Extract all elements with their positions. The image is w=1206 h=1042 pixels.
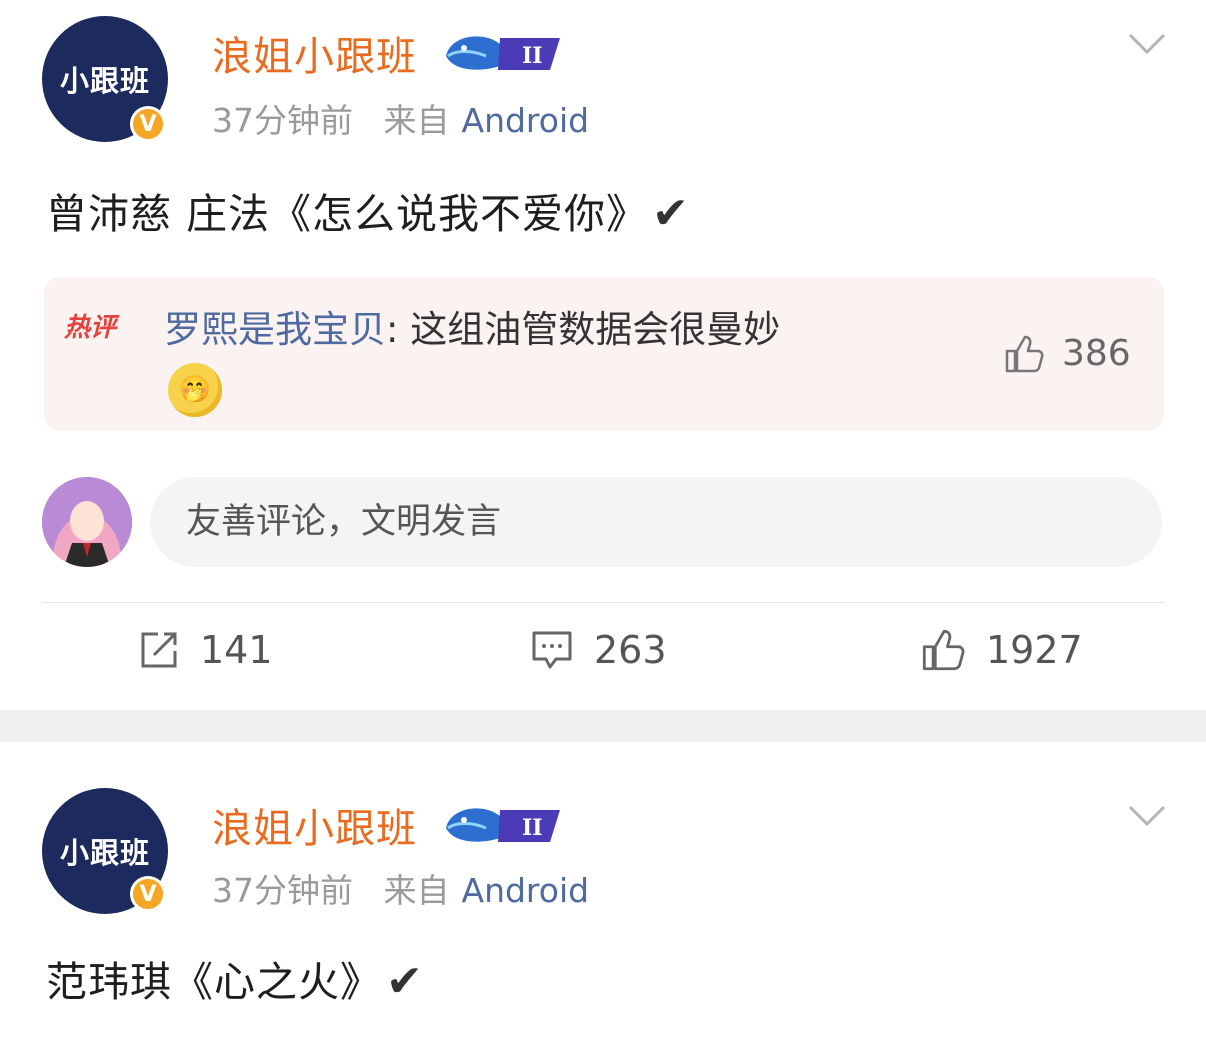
feed-separator [0, 710, 1206, 742]
post-card: 小跟班 V 浪姐小跟班 II 37分钟前 来自 Android 曾沛慈 庄法《怎么… [0, 0, 1206, 710]
post-source[interactable]: Android [462, 101, 590, 140]
chevron-down-icon[interactable] [1128, 32, 1166, 56]
hot-comment-user[interactable]: 罗熙是我宝贝 [164, 308, 386, 351]
user-avatar-image [42, 477, 132, 567]
post-content: 曾沛慈 庄法《怎么说我不爱你》✔ [46, 188, 690, 239]
avatar-text: 小跟班 [59, 836, 150, 870]
hot-comment[interactable]: 热评 罗熙是我宝贝: 这组油管数据会很曼妙 🤭 386 [44, 277, 1164, 431]
author-name[interactable]: 浪姐小跟班 [212, 24, 417, 82]
author-name[interactable]: 浪姐小跟班 [212, 796, 417, 854]
hot-comment-like[interactable]: 386 [1004, 333, 1131, 374]
verified-badge-icon: V [130, 876, 166, 912]
divider [42, 602, 1164, 603]
whale-level-icon[interactable]: II [442, 798, 562, 848]
post-time: 37分钟前 [212, 871, 353, 910]
post-source[interactable]: Android [462, 871, 590, 910]
comment-icon [532, 631, 572, 669]
check-mark: ✔ [652, 188, 690, 239]
hot-comment-text: 这组油管数据会很曼妙 [410, 308, 781, 351]
like-button[interactable]: 1927 [920, 628, 1083, 672]
post-content: 范玮琪《心之火》✔ [46, 956, 424, 1007]
comment-button[interactable]: 263 [530, 628, 667, 672]
repost-count: 141 [200, 628, 273, 672]
hot-comment-tag: 热评 [64, 313, 117, 343]
repost-icon [141, 632, 177, 668]
hot-comment-line: 罗熙是我宝贝: 这组油管数据会很曼妙 [164, 308, 781, 351]
thumbs-up-icon [922, 629, 965, 671]
source-prefix: 来自 [383, 101, 450, 140]
comment-count: 263 [594, 628, 667, 672]
thumbs-up-icon [1005, 335, 1044, 372]
post-meta: 37分钟前 来自 Android [212, 864, 589, 912]
source-prefix: 来自 [383, 871, 450, 910]
comment-input[interactable]: 友善评论，文明发言 [150, 477, 1162, 567]
post-time: 37分钟前 [212, 101, 353, 140]
like-count: 1927 [986, 628, 1083, 672]
emoji-icon: 🤭 [168, 363, 222, 417]
svg-text:II: II [522, 43, 543, 69]
repost-button[interactable]: 141 [138, 628, 273, 672]
whale-level-icon[interactable]: II [442, 26, 562, 76]
chevron-down-icon[interactable] [1128, 804, 1166, 828]
hot-comment-like-count: 386 [1062, 333, 1131, 374]
current-user-avatar[interactable] [42, 477, 132, 567]
post-meta: 37分钟前 来自 Android [212, 94, 589, 142]
avatar-text: 小跟班 [59, 64, 150, 98]
verified-badge-icon: V [130, 106, 166, 142]
post-card: 小跟班 V 浪姐小跟班 II 37分钟前 来自 Android 范玮琪《心之火》✔ [0, 742, 1206, 1042]
svg-text:II: II [522, 815, 543, 841]
check-mark: ✔ [386, 956, 424, 1007]
